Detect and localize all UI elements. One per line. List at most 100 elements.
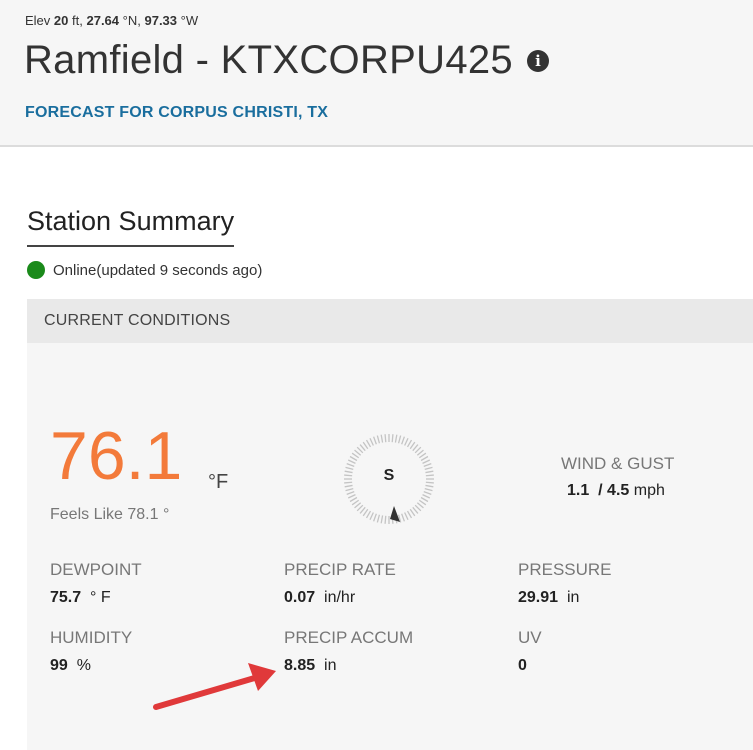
wind-speed: 1.1	[567, 482, 590, 499]
compass-tick	[346, 491, 355, 496]
compass-tick	[345, 487, 354, 492]
info-icon[interactable]: i	[526, 49, 549, 72]
precip-accum-unit: in	[324, 657, 337, 674]
compass-tick	[359, 506, 366, 514]
temperature-value: 76.1	[50, 418, 183, 494]
compass-tick	[418, 452, 427, 459]
compass-tick	[404, 512, 409, 521]
compass-tick	[347, 494, 356, 499]
compass-tick	[412, 444, 419, 452]
compass-tick	[425, 484, 434, 488]
humidity-number: 99	[50, 657, 68, 674]
compass-tick	[423, 462, 432, 467]
compass-tick	[424, 487, 433, 492]
compass-tick	[418, 499, 427, 506]
humidity-label: HUMIDITY	[50, 628, 133, 647]
compass-tick	[409, 508, 416, 517]
compass-tick	[351, 452, 360, 459]
forecast-link[interactable]: FORECAST FOR CORPUS CHRISTI, TX	[25, 104, 328, 122]
current-conditions-header: CURRENT CONDITIONS	[27, 299, 753, 343]
title-row: Ramfield - KTXCORPU425 i	[24, 38, 549, 83]
compass-tick	[356, 504, 364, 512]
compass-tick	[423, 491, 432, 496]
compass-tick	[384, 434, 387, 443]
pressure-label: PRESSURE	[518, 560, 612, 579]
uv-number: 0	[518, 657, 527, 674]
station-status: Online(updated 9 seconds ago)	[27, 261, 262, 279]
wind-direction: S	[383, 467, 395, 484]
precip-accum-number: 8.85	[284, 657, 316, 674]
compass-tick	[416, 502, 424, 509]
humidity-value: 99 %	[50, 657, 91, 675]
compass-tick	[394, 434, 398, 443]
compass-tick	[359, 444, 366, 452]
wind-gust-value: 1.1 / 4.5 mph	[567, 482, 665, 500]
lat-value: 27.64	[86, 13, 120, 28]
pressure-number: 29.91	[518, 589, 559, 606]
precip-rate-number: 0.07	[284, 589, 316, 606]
compass-tick	[380, 434, 384, 443]
wind-gust-label: WIND & GUST	[561, 454, 675, 473]
dewpoint-value: 75.7 ° F	[50, 589, 111, 607]
compass-tick	[397, 435, 402, 444]
compass-tick	[384, 515, 387, 524]
compass-tick	[420, 496, 429, 503]
compass-tick	[354, 449, 362, 456]
compass-tick	[347, 459, 356, 464]
compass-tick	[412, 506, 419, 514]
compass-tick	[362, 441, 369, 450]
feels-like: Feels Like 78.1 °	[50, 506, 170, 523]
dewpoint-label: DEWPOINT	[50, 560, 142, 579]
compass-tick	[349, 455, 358, 462]
status-text: Online(updated 9 seconds ago)	[53, 261, 263, 279]
compass-tick	[406, 439, 413, 448]
compass-tick	[406, 510, 413, 519]
compass-tick	[416, 449, 424, 456]
precip-rate-label: PRECIP RATE	[284, 560, 396, 579]
station-location: Elev 20 ft, 27.64 °N, 97.33 °W	[25, 13, 198, 28]
wind-direction-needle	[390, 506, 400, 522]
precip-rate-unit: in/hr	[324, 589, 356, 606]
compass-tick	[409, 441, 416, 450]
compass-tick	[401, 513, 406, 522]
precip-rate-value: 0.07 in/hr	[284, 589, 355, 607]
dewpoint-number: 75.7	[50, 589, 82, 606]
compass-tick	[401, 436, 406, 445]
compass-tick	[351, 499, 360, 506]
compass-tick	[376, 514, 381, 523]
compass-tick	[356, 446, 364, 454]
compass-tick	[369, 512, 374, 521]
compass-tick	[346, 462, 355, 467]
lon-unit: °W	[180, 13, 199, 28]
compass-tick	[362, 508, 369, 517]
lat-unit: °N,	[122, 13, 141, 28]
compass-tick	[420, 455, 429, 462]
online-status-icon	[27, 261, 45, 279]
lon-value: 97.33	[144, 13, 178, 28]
compass-tick	[369, 437, 374, 446]
uv-value: 0	[518, 657, 527, 675]
compass-tick	[404, 437, 409, 446]
station-header: Elev 20 ft, 27.64 °N, 97.33 °W Ramfield …	[0, 0, 753, 147]
temperature-unit: °F	[208, 471, 229, 493]
precip-accum-label: PRECIP ACCUM	[284, 628, 414, 647]
compass-tick	[372, 513, 377, 522]
elev-unit: ft,	[72, 13, 83, 28]
compass-tick	[380, 515, 384, 524]
compass-tick	[365, 439, 372, 448]
arrow-shaft	[153, 674, 261, 710]
compass-tick	[414, 504, 422, 512]
compass-tick	[344, 484, 353, 488]
compass-tick	[391, 434, 394, 443]
compass-tick	[422, 459, 431, 464]
dewpoint-unit: ° F	[90, 589, 111, 606]
compass-tick	[372, 436, 377, 445]
compass-tick	[422, 494, 431, 499]
compass-tick	[376, 435, 381, 444]
elev-prefix: Elev	[25, 13, 51, 28]
humidity-unit: %	[76, 657, 91, 674]
station-title: Ramfield - KTXCORPU425	[24, 38, 513, 82]
station-summary-title: Station Summary	[27, 206, 235, 247]
elev-value: 20	[53, 13, 69, 28]
compass-tick	[365, 510, 372, 519]
